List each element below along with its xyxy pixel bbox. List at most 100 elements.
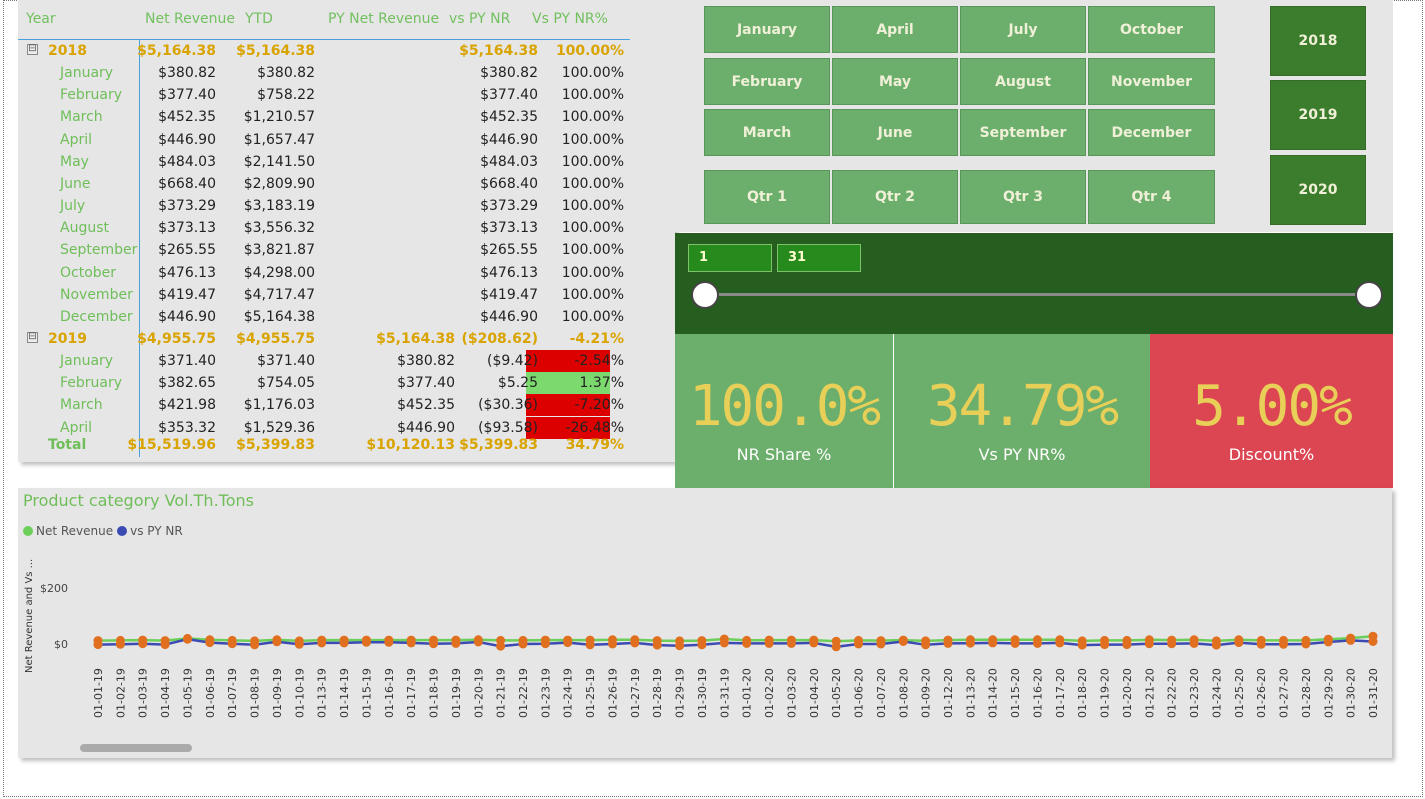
data-point [496,641,506,651]
matrix-month-row[interactable]: April $446.90 $1,657.47 $446.90 100.00% [18,129,630,151]
y-tick-label: $200 [40,582,68,595]
cell-vs-py-nr-pct: 100.00% [561,242,624,259]
cell-vs-py-nr-pct: 100.00% [561,308,624,325]
row-label: October [60,264,117,281]
x-tick-label: 01-24-19 [562,668,575,718]
year-button-2020[interactable]: 2020 [1270,155,1366,225]
matrix-month-row[interactable]: May $484.03 $2,141.50 $484.03 100.00% [18,151,630,173]
header-vs-py-nr-pct[interactable]: Vs PY NR% [532,11,608,27]
matrix-month-row[interactable]: July $373.29 $3,183.19 $373.29 100.00% [18,195,630,217]
x-tick-label: 01-09-19 [271,668,284,718]
cell-ytd: $2,809.90 [243,175,315,192]
x-tick-label: 01-06-20 [853,668,866,718]
cell-vs-py-nr: $5.25 [497,375,538,392]
month-button-november[interactable]: November [1088,58,1215,105]
header-vs-py-nr[interactable]: vs PY NR [449,11,510,27]
x-tick-label: 01-25-19 [584,668,597,718]
slider-end-handle[interactable] [1355,281,1383,309]
kpi-caption: Discount% [1228,445,1315,464]
cell-ytd: $1,176.03 [243,397,315,414]
total-vs-py-nr-pct: 34.79% [565,437,624,453]
quarter-button-1[interactable]: Qtr 1 [704,170,830,224]
data-point [965,638,975,648]
row-label: August [60,220,109,237]
x-tick-label: 01-30-19 [696,668,709,718]
month-button-september[interactable]: September [960,109,1086,156]
cell-net-revenue: $446.90 [158,131,216,148]
data-point [1100,640,1110,650]
cell-vs-py-nr-pct: 100.00% [561,153,624,170]
year-button-2019[interactable]: 2019 [1270,80,1366,150]
data-point [719,638,729,648]
matrix-year-row[interactable]: ⊟ 2019 $4,955.75 $4,955.75 $5,164.38 ($208.62… [18,328,630,350]
header-net-revenue[interactable]: Net Revenue [145,11,235,27]
cell-net-revenue: $373.13 [158,220,216,237]
chart-horizontal-scrollbar[interactable] [80,744,192,752]
cell-vs-py-nr-pct: -4.21% [569,330,624,347]
slider-start-handle[interactable] [691,281,719,309]
matrix-month-row[interactable]: November $419.47 $4,717.47 $419.47 100.00% [18,284,630,306]
header-year[interactable]: Year [26,11,56,27]
cell-ytd: $754.05 [257,375,315,392]
matrix-month-row[interactable]: February $382.65 $754.05 $377.40 $5.25 1.37% [18,372,630,395]
header-ytd[interactable]: YTD [245,11,273,27]
data-point [406,638,416,648]
matrix-month-row[interactable]: September $265.55 $3,821.87 $265.55 100.00% [18,239,630,261]
cell-vs-py-nr-pct: 100.00% [561,175,624,192]
month-button-october[interactable]: October [1088,6,1215,53]
x-tick-label: 01-16-19 [383,668,396,718]
matrix-month-row[interactable]: August $373.13 $3,556.32 $373.13 100.00% [18,217,630,239]
cell-vs-py-nr: $5,164.38 [459,43,538,59]
matrix-month-row[interactable]: February $377.40 $758.22 $377.40 100.00% [18,84,630,106]
x-tick-label: 01-15-19 [360,668,373,718]
quarter-button-3[interactable]: Qtr 3 [960,170,1086,224]
x-tick-label: 01-31-19 [718,668,731,718]
collapse-icon[interactable]: ⊟ [27,331,38,343]
year-button-2018[interactable]: 2018 [1270,6,1366,76]
matrix-month-row[interactable]: January $380.82 $380.82 $380.82 100.00% [18,62,630,84]
cell-vs-py-nr-pct: -26.48% [565,419,624,436]
slider-track[interactable] [705,293,1369,296]
kpi-value: 34.79% [926,374,1119,439]
x-tick-label: 01-06-19 [204,668,217,718]
collapse-icon[interactable]: ⊟ [27,44,38,55]
x-tick-label: 01-04-20 [808,668,821,718]
cell-net-revenue: $419.47 [158,286,216,303]
matrix-month-row[interactable]: October $476.13 $4,298.00 $476.13 100.00% [18,262,630,284]
cell-vs-py-nr-pct: 100.00% [561,87,624,104]
cell-vs-py-nr-pct: -7.20% [574,397,624,414]
month-button-march[interactable]: March [704,109,830,156]
data-point [473,637,483,647]
matrix-month-row[interactable]: March $452.35 $1,210.57 $452.35 100.00% [18,106,630,128]
matrix-month-row[interactable]: June $668.40 $2,809.90 $668.40 100.00% [18,173,630,195]
matrix-month-row[interactable]: January $371.40 $371.40 $380.82 ($9.42) -2.54… [18,350,630,373]
matrix-month-row[interactable]: December $446.90 $5,164.38 $446.90 100.00% [18,306,630,328]
month-button-july[interactable]: July [960,6,1086,53]
quarter-button-2[interactable]: Qtr 2 [832,170,958,224]
cell-ytd: $371.40 [257,353,315,370]
matrix-year-row[interactable]: ⊟ 2018 $5,164.38 $5,164.38 $5,164.38 100.00% [18,40,630,62]
month-button-august[interactable]: August [960,58,1086,105]
month-button-june[interactable]: June [832,109,958,156]
data-point [1144,639,1154,649]
header-py-net-revenue[interactable]: PY Net Revenue [328,11,439,27]
month-button-december[interactable]: December [1088,109,1215,156]
cell-py-net-revenue: $5,164.38 [376,330,455,347]
cell-py-net-revenue: $452.35 [397,397,455,414]
month-button-april[interactable]: April [832,6,958,53]
x-tick-label: 01-27-20 [1278,668,1291,718]
data-point [1234,638,1244,648]
month-button-january[interactable]: January [704,6,830,53]
month-button-may[interactable]: May [832,58,958,105]
x-tick-label: 01-03-19 [137,668,150,718]
slider-start-input[interactable]: 1 [688,244,772,272]
x-tick-label: 01-14-20 [987,668,1000,718]
x-tick-label: 01-31-20 [1367,668,1380,718]
quarter-button-4[interactable]: Qtr 4 [1088,170,1215,224]
x-tick-label: 01-13-19 [316,668,329,718]
matrix-month-row[interactable]: March $421.98 $1,176.03 $452.35 ($30.36) -7.2… [18,394,630,417]
month-button-february[interactable]: February [704,58,830,105]
slider-end-input[interactable]: 31 [777,244,861,272]
kpi-caption: Vs PY NR% [978,445,1066,464]
data-point [563,638,573,648]
